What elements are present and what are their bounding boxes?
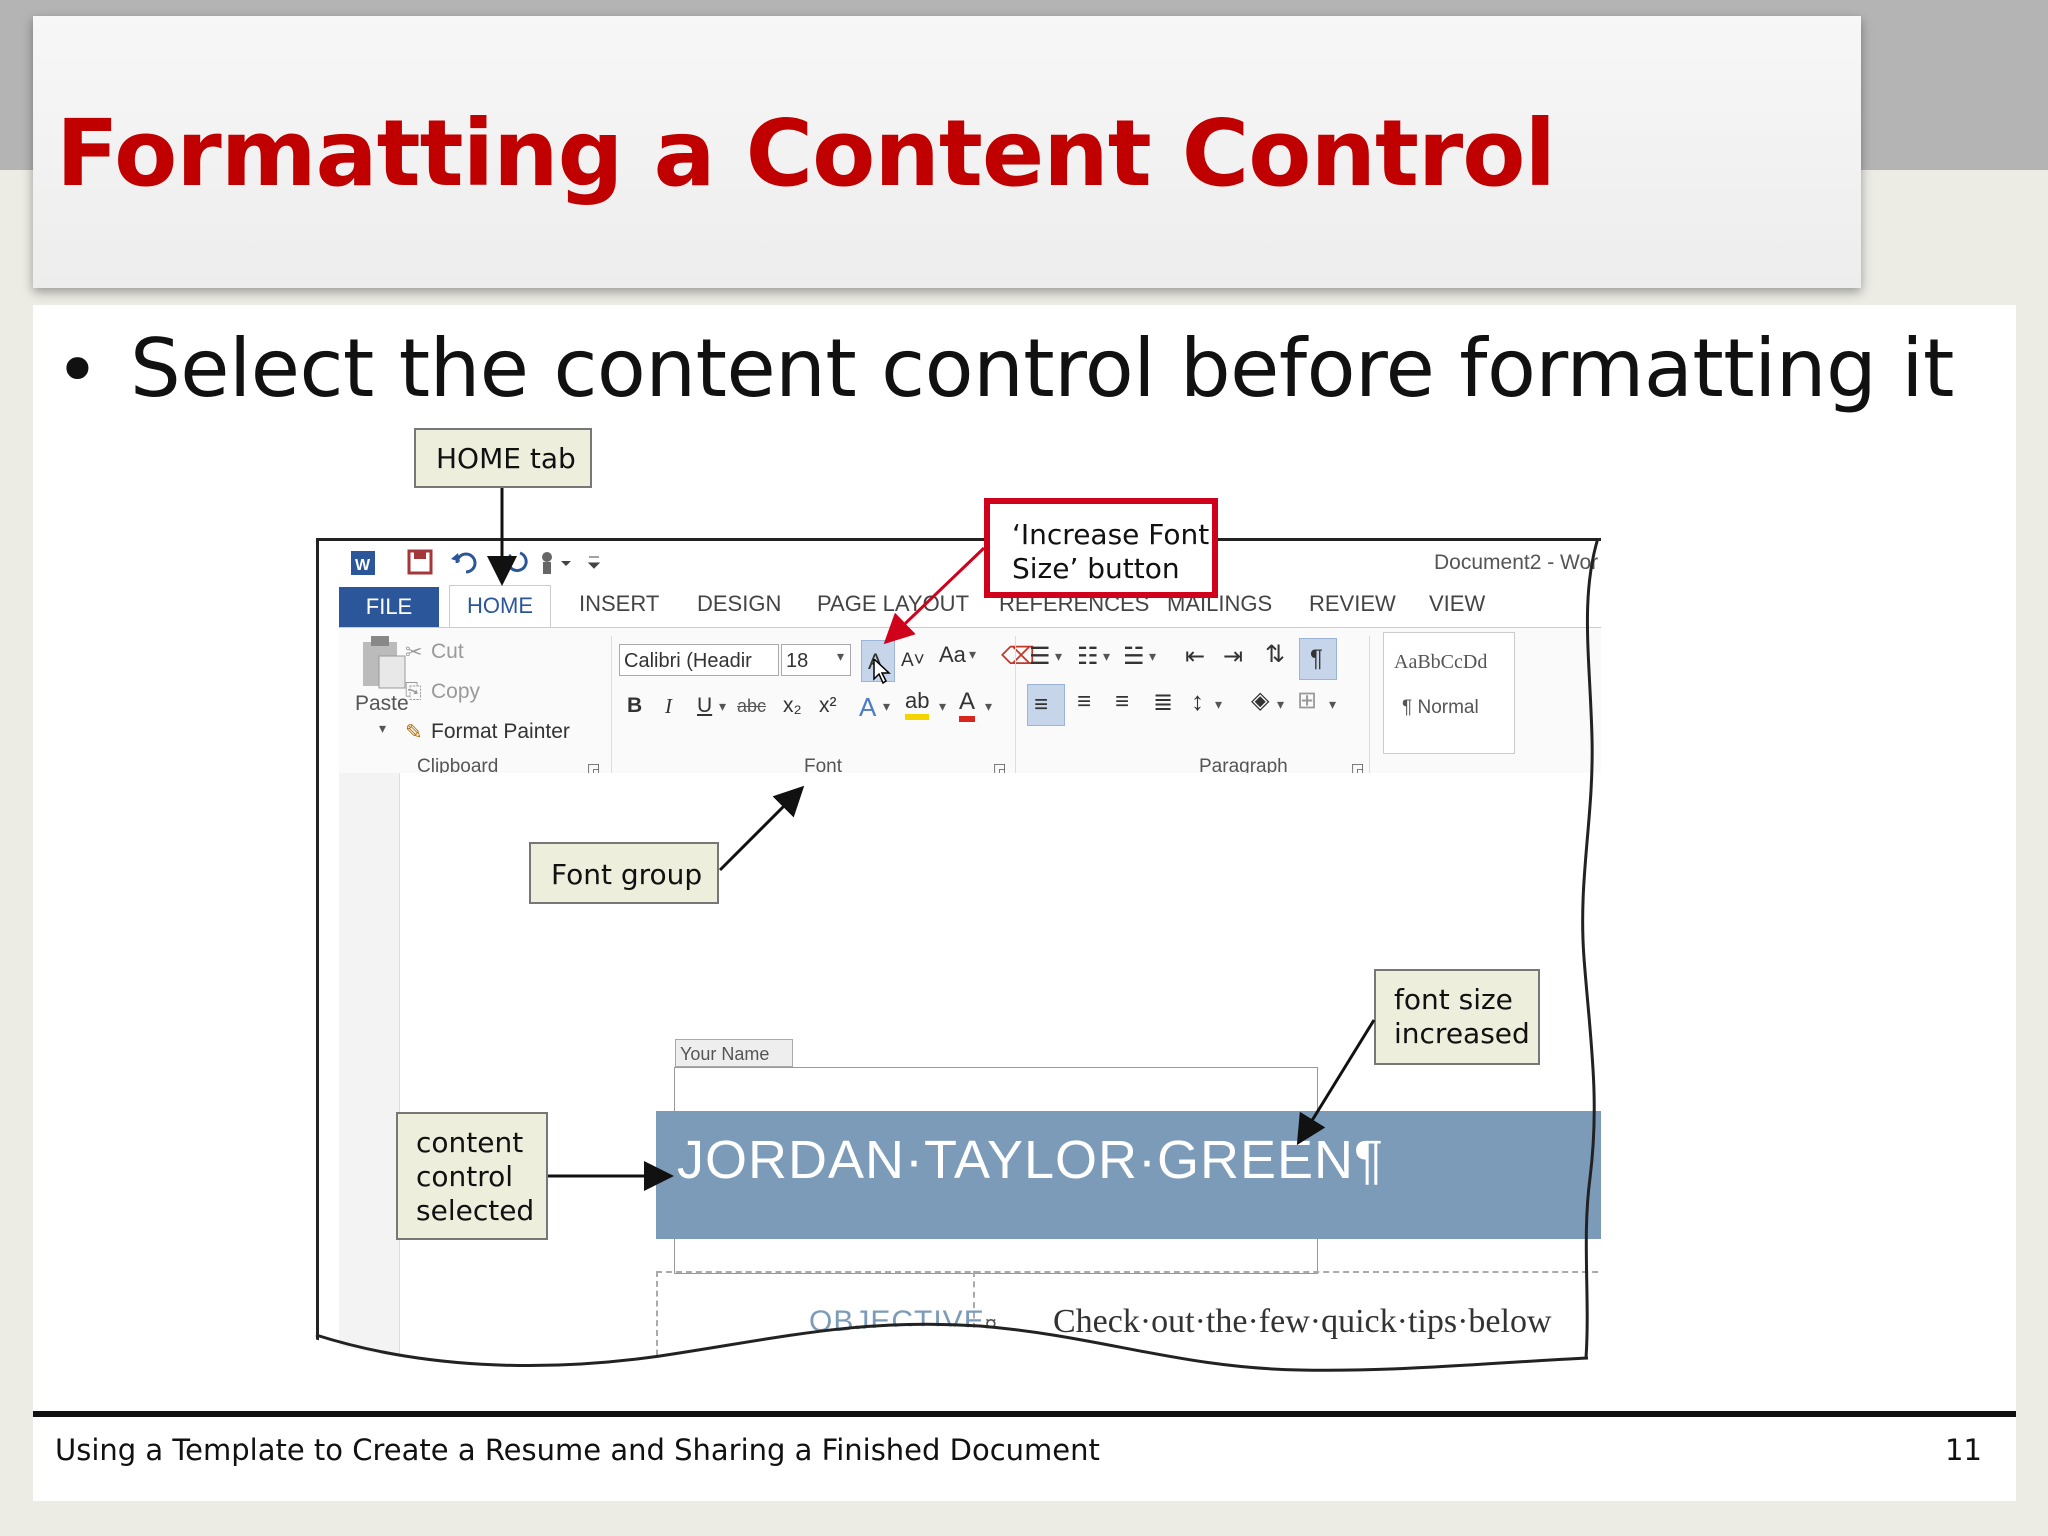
page-number: 11 xyxy=(1945,1433,1982,1467)
callout-arrows xyxy=(487,488,1376,1191)
footer-text: Using a Template to Create a Resume and … xyxy=(55,1433,1100,1467)
